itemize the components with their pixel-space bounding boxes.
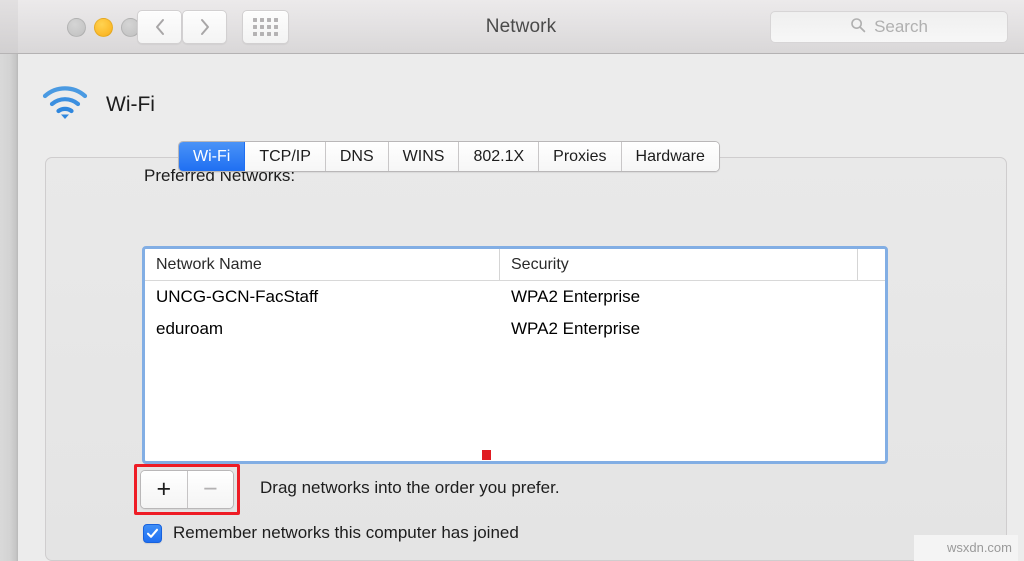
add-remove-control-group: + − [140,470,234,509]
chevron-right-icon [199,18,211,36]
remember-networks-checkbox[interactable] [143,524,162,543]
tab-wifi[interactable]: Wi-Fi [179,142,245,171]
checkmark-icon [146,527,159,540]
table-header-row: Network Name Security [145,249,885,281]
wifi-icon [42,84,88,125]
remember-networks-label: Remember networks this computer has join… [173,523,519,543]
service-name: Wi-Fi [106,93,155,117]
column-header-security[interactable]: Security [500,249,858,280]
preferred-networks-table[interactable]: Network Name Security UNCG-GCN-FacStaff … [142,246,888,464]
search-placeholder: Search [874,17,928,37]
network-preferences-window: Network [0,0,1024,561]
remove-network-button[interactable]: − [188,471,234,508]
traffic-light-group [67,18,140,37]
tab-bar: Wi-Fi TCP/IP DNS WINS 802.1X Proxies Har… [178,141,720,172]
titlebar: Network [18,0,1024,54]
content-area: Wi-Fi Wi-Fi TCP/IP DNS WINS 802.1X Proxi… [18,54,1024,561]
window-left-edge [0,0,18,561]
tab-dns[interactable]: DNS [326,142,389,171]
remember-networks-row[interactable]: Remember networks this computer has join… [143,523,519,543]
tab-proxies[interactable]: Proxies [539,142,621,171]
watermark: wsxdn.com [947,540,1012,555]
search-icon [850,17,866,38]
back-button[interactable] [137,10,182,44]
tab-hardware[interactable]: Hardware [622,142,719,171]
drag-hint-text: Drag networks into the order you prefer. [260,478,560,498]
cell-security: WPA2 Enterprise [500,287,858,307]
annotation-tick-mark [482,450,491,460]
show-all-button[interactable] [242,10,289,44]
cell-network-name: eduroam [145,319,500,339]
chevron-left-icon [154,18,166,36]
search-field[interactable]: Search [770,11,1008,43]
close-button[interactable] [67,18,86,37]
table-body: UNCG-GCN-FacStaff WPA2 Enterprise eduroa… [145,281,885,345]
grid-icon [253,18,278,36]
cell-network-name: UNCG-GCN-FacStaff [145,287,500,307]
minimize-button[interactable] [94,18,113,37]
table-row[interactable]: eduroam WPA2 Enterprise [145,313,885,345]
tab-8021x[interactable]: 802.1X [459,142,539,171]
cell-security: WPA2 Enterprise [500,319,858,339]
add-network-button[interactable]: + [141,471,188,508]
window-left-edge-titlebar [0,0,18,54]
forward-button[interactable] [182,10,227,44]
table-row[interactable]: UNCG-GCN-FacStaff WPA2 Enterprise [145,281,885,313]
add-remove-segmented-control[interactable]: + − [140,470,234,509]
service-header: Wi-Fi [42,84,155,125]
tab-wins[interactable]: WINS [389,142,460,171]
column-header-network-name[interactable]: Network Name [145,249,500,280]
column-header-extra[interactable] [858,249,885,280]
tab-tcpip[interactable]: TCP/IP [245,142,326,171]
